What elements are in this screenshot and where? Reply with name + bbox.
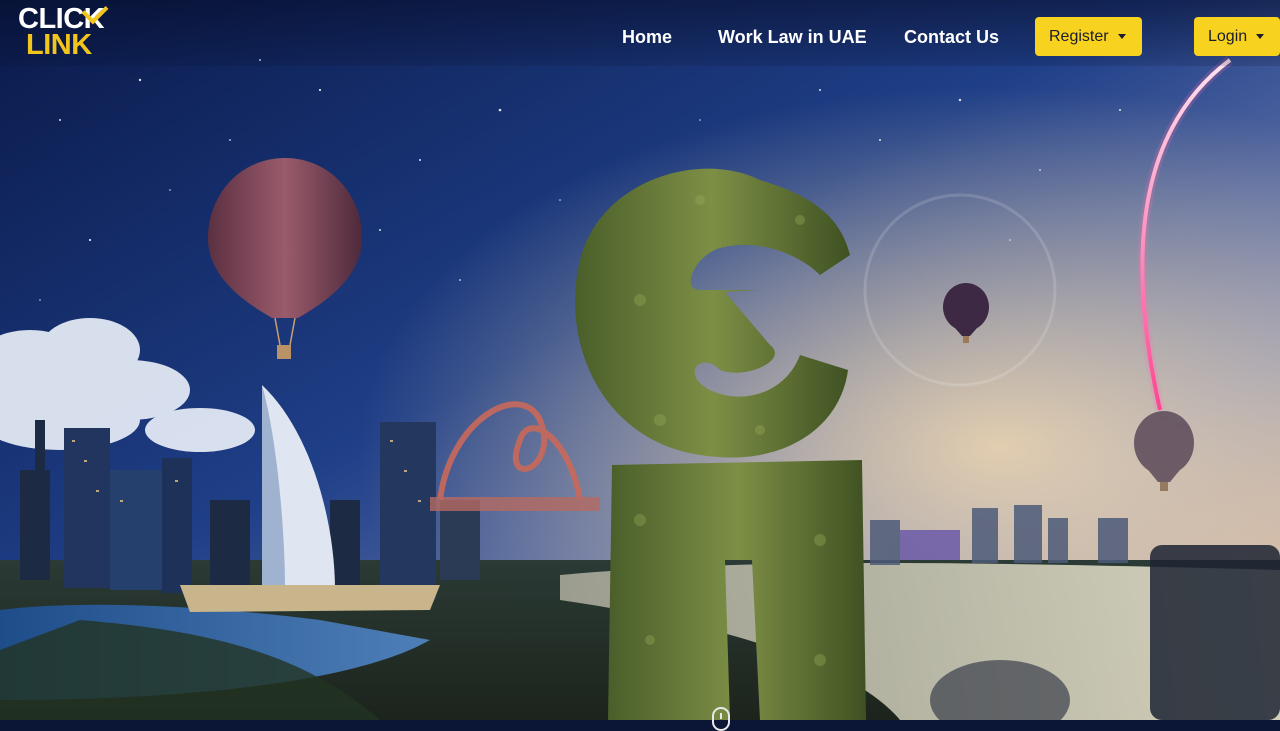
login-label: Login [1208,27,1248,45]
caret-down-icon [1256,34,1265,39]
nav-link-contact-us[interactable]: Contact Us [904,26,999,48]
register-dropdown-button[interactable]: Register [1035,17,1142,56]
nav-link-home[interactable]: Home [622,26,672,48]
login-dropdown-button[interactable]: Login [1194,17,1280,56]
register-label: Register [1049,27,1109,45]
caret-down-icon [1117,34,1126,39]
scroll-down-icon[interactable] [712,707,730,731]
hero-banner [0,0,1280,720]
logo-text-line2: LINK [26,29,92,61]
nav-link-work-law-uae[interactable]: Work Law in UAE [718,26,867,48]
hero-illustration [0,0,1280,720]
brand-logo[interactable]: CLICK LINK [18,0,130,64]
top-navbar: CLICK LINK Home Work Law in UAE Contact … [0,0,1280,66]
